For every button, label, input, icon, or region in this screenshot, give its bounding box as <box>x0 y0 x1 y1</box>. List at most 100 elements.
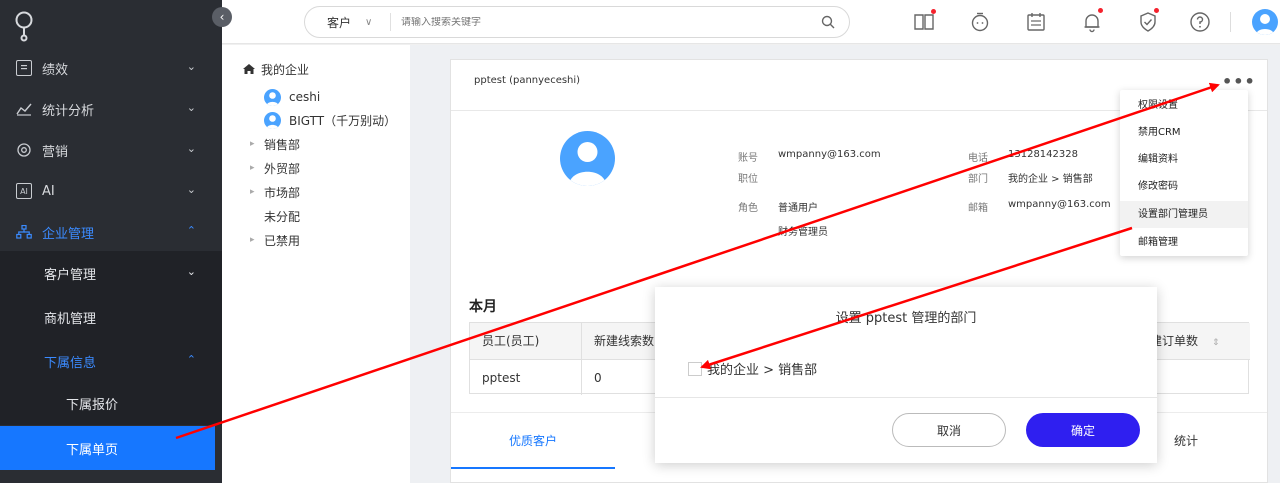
email-label: 邮箱 <box>968 203 988 214</box>
calendar-icon[interactable] <box>1024 10 1048 34</box>
sidebar-item-label: 商机管理 <box>44 311 97 327</box>
timer-icon[interactable] <box>968 10 992 34</box>
top-bar: 客户 ∨ <box>222 0 1280 44</box>
notification-dot <box>1098 8 1103 13</box>
menu-item-edit-profile[interactable]: 编辑资料 <box>1120 146 1248 173</box>
set-dept-admin-dialog: 设置 pptest 管理的部门 我的企业 > 销售部 取消 确定 <box>655 287 1157 463</box>
chevron-down-icon: ⌄ <box>186 142 196 155</box>
sidebar-subitem-opportunity[interactable]: 商机管理 <box>0 295 222 339</box>
search-icon[interactable] <box>821 15 835 29</box>
chevron-down-icon: ⌄ <box>186 101 196 114</box>
sidebar-subitem-customer[interactable]: 客户管理 ⌄ <box>0 251 222 295</box>
sidebar-item-label: 企业管理 <box>42 226 95 242</box>
tree-root-label: 我的企业 <box>261 62 310 77</box>
table-header-label: 建订单数 <box>1150 334 1199 348</box>
user-avatar-icon <box>264 111 281 129</box>
tree-dept-item[interactable]: 未分配 <box>264 205 300 227</box>
tree-user-item[interactable]: ceshi <box>264 86 320 108</box>
sidebar-subitem-subordinate-quote[interactable]: 下属报价 <box>0 381 222 425</box>
ai-icon: AI <box>16 183 32 199</box>
department-label: 部门 <box>968 174 988 185</box>
sidebar-item-label: AI <box>42 183 55 199</box>
tree-dept-item[interactable]: ▸ 已禁用 <box>250 229 300 251</box>
sort-icon[interactable]: ⇕ <box>1212 338 1220 348</box>
chevron-up-icon: ⌃ <box>186 353 196 366</box>
tab-quality-customers[interactable]: 优质客户 <box>451 413 615 469</box>
more-options-menu: 权限设置 禁用CRM 编辑资料 修改密码 设置部门管理员 邮箱管理 <box>1120 90 1248 256</box>
search-type-select[interactable]: 客户 ∨ <box>305 13 391 31</box>
sidebar-item-label: 营销 <box>42 144 69 160</box>
phone-label: 电话 <box>968 153 988 164</box>
user-avatar-icon <box>264 88 281 106</box>
org-tree-panel: 我的企业 ceshi BIGTT（千万别动） ▸ 销售部 ▸ 外贸部 ▸ 市场部… <box>222 45 410 483</box>
sidebar-item-performance[interactable]: 绩效 ⌄ <box>0 48 222 88</box>
shield-check-icon[interactable] <box>1136 10 1160 34</box>
notification-dot <box>1154 8 1159 13</box>
account-value: wmpanny@163.com <box>778 149 881 160</box>
chevron-down-icon: ⌄ <box>186 265 196 278</box>
help-icon[interactable] <box>1188 10 1212 34</box>
tree-dept-label: 未分配 <box>264 209 301 224</box>
line-chart-icon <box>16 101 32 117</box>
sidebar-item-label: 客户管理 <box>44 267 97 283</box>
table-cell: pptest <box>470 359 582 395</box>
user-avatar[interactable] <box>1252 9 1278 35</box>
profile-title: pptest (pannyeceshi) <box>474 75 581 86</box>
sidebar-subitem-subordinate-page[interactable]: 下属单页 <box>0 426 215 470</box>
home-icon <box>243 64 255 74</box>
app-logo-icon <box>15 11 33 42</box>
menu-item-mailbox[interactable]: 邮箱管理 <box>1120 229 1248 256</box>
sidebar-subitem-subordinate-info[interactable]: 下属信息 ⌃ <box>0 339 222 383</box>
cancel-button[interactable]: 取消 <box>892 413 1006 447</box>
caret-right-icon: ▸ <box>250 163 255 173</box>
caret-right-icon: ▸ <box>250 235 255 245</box>
notification-dot <box>931 9 936 14</box>
table-header[interactable]: 员工(员工) <box>470 323 582 359</box>
search-input[interactable] <box>391 16 791 28</box>
tree-user-item[interactable]: BIGTT（千万别动） <box>264 109 396 131</box>
sidebar-item-label: 下属单页 <box>66 442 119 458</box>
role-value: 普通用户 <box>778 203 818 214</box>
sidebar-item-label: 绩效 <box>42 62 69 78</box>
tree-dept-label: 外贸部 <box>264 161 301 176</box>
dialog-title: 设置 pptest 管理的部门 <box>835 311 977 326</box>
bell-icon[interactable] <box>1080 10 1104 34</box>
position-label: 职位 <box>738 174 758 185</box>
menu-item-permissions[interactable]: 权限设置 <box>1120 92 1248 119</box>
sidebar-item-marketing[interactable]: 营销 ⌄ <box>0 130 222 170</box>
chevron-down-icon: ⌄ <box>186 183 196 196</box>
tree-dept-label: 市场部 <box>264 185 301 200</box>
sidebar-item-statistics[interactable]: 统计分析 ⌄ <box>0 89 222 129</box>
profile-avatar <box>560 131 615 186</box>
role-label: 角色 <box>738 203 758 214</box>
tree-root[interactable]: 我的企业 <box>242 58 309 80</box>
sidebar-item-enterprise[interactable]: 企业管理 ⌃ <box>0 212 222 252</box>
chevron-down-icon: ⌄ <box>186 60 196 73</box>
department-option-label[interactable]: 我的企业 > 销售部 <box>707 359 817 378</box>
sidebar-item-label: 统计分析 <box>42 103 95 119</box>
tree-dept-item[interactable]: ▸ 外贸部 <box>250 157 300 179</box>
confirm-button[interactable]: 确定 <box>1026 413 1140 447</box>
org-tree-icon <box>16 224 32 240</box>
section-title: 本月 <box>469 299 497 315</box>
tree-dept-item[interactable]: ▸ 市场部 <box>250 181 300 203</box>
global-search: 客户 ∨ <box>304 6 850 38</box>
tree-user-label: BIGTT（千万别动） <box>289 113 397 128</box>
more-options-icon[interactable]: ••• <box>1222 72 1256 91</box>
sidebar-item-label: 下属信息 <box>44 355 97 371</box>
menu-item-set-dept-admin[interactable]: 设置部门管理员 <box>1120 201 1248 228</box>
sidebar-item-ai[interactable]: AI AI ⌄ <box>0 171 222 211</box>
role-value: 财务管理员 <box>778 227 828 238</box>
phone-value: 13128142328 <box>1008 149 1078 160</box>
sidebar-collapse-button[interactable]: ‹ <box>212 7 232 27</box>
tree-user-label: ceshi <box>289 90 321 104</box>
menu-item-change-password[interactable]: 修改密码 <box>1120 173 1248 200</box>
target-icon <box>16 142 32 158</box>
department-checkbox[interactable] <box>688 362 702 376</box>
tree-dept-label: 已禁用 <box>264 233 301 248</box>
chevron-down-icon: ∨ <box>365 16 373 28</box>
menu-item-disable-crm[interactable]: 禁用CRM <box>1120 119 1248 146</box>
divider <box>655 397 1157 398</box>
user-silhouette-icon <box>1256 14 1274 35</box>
tree-dept-item[interactable]: ▸ 销售部 <box>250 133 300 155</box>
